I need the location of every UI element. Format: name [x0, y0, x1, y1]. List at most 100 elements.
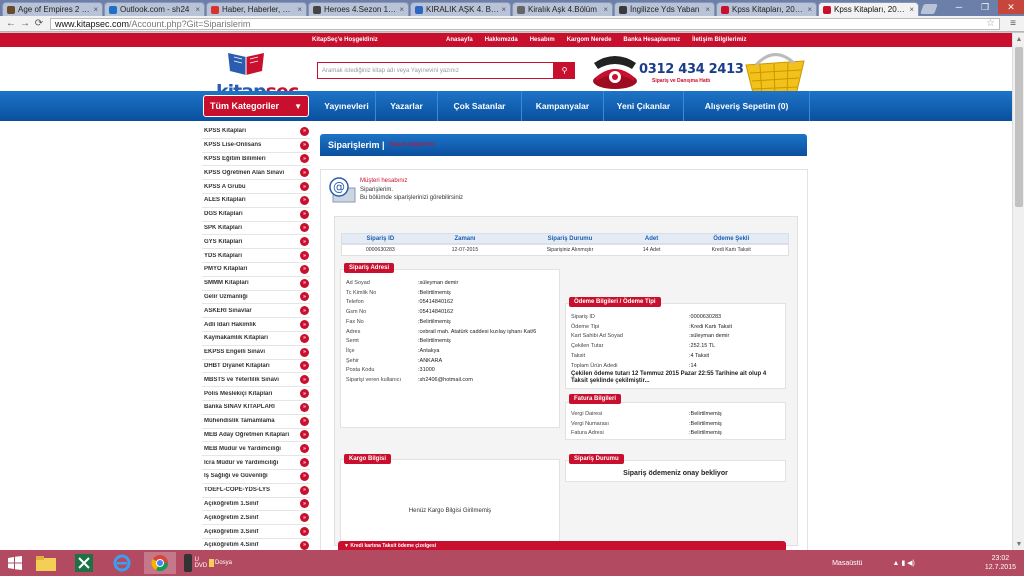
sidebar-item[interactable]: Adli İdari Hakimlik »: [202, 318, 310, 332]
sidebar-item[interactable]: İcra Müdür ve Yardımcılığı »: [202, 456, 310, 470]
tab-close-icon[interactable]: ×: [807, 5, 812, 14]
sidebar-item[interactable]: MEB Aday Öğretmen Kitapları »: [202, 429, 310, 443]
field-label: Şehir: [346, 357, 359, 364]
chevron-right-icon: »: [300, 320, 309, 330]
nav-link[interactable]: Yazarlar: [376, 91, 438, 121]
scroll-up-icon[interactable]: ▲: [1013, 33, 1024, 45]
top-link[interactable]: Banka Hesaplarımız: [623, 37, 680, 43]
field-row: Şehir: ANKARA: [346, 357, 536, 367]
browser-tabstrip: Age of Empires 2 HD × Outlook.com - sh24 × H…: [0, 0, 1024, 16]
new-tab-button[interactable]: [920, 4, 938, 14]
sidebar-item[interactable]: Açıköğretim 3.Sınıf »: [202, 525, 310, 539]
tab-close-icon[interactable]: ×: [501, 5, 506, 14]
browser-tab[interactable]: Outlook.com - sh24 ×: [104, 2, 205, 16]
sidebar-item[interactable]: DGS Kitapları »: [202, 208, 310, 222]
sidebar-item[interactable]: TOEFL-COPE-YDS-LYS »: [202, 484, 310, 498]
browser-tab[interactable]: Kpss Kitapları, 2015- ×: [818, 2, 919, 16]
tray-icons[interactable]: ▲ ▮ ◀): [892, 559, 914, 567]
search-input[interactable]: Aramak istediğiniz kitap adı veya Yayıne…: [317, 62, 554, 79]
tab-close-icon[interactable]: ×: [705, 5, 710, 14]
sidebar-item[interactable]: Gelir Uzmanlığı »: [202, 291, 310, 305]
nav-link[interactable]: Kampanyalar: [522, 91, 604, 121]
top-link[interactable]: Anasayfa: [446, 37, 473, 43]
all-categories-button[interactable]: Tüm Kategoriler ▼: [203, 95, 309, 117]
excel-icon[interactable]: [68, 552, 100, 574]
tab-close-icon[interactable]: ×: [297, 5, 302, 14]
sidebar-item[interactable]: GYS Kitapları »: [202, 235, 310, 250]
file-explorer-icon[interactable]: [30, 552, 62, 574]
sidebar-item[interactable]: İş Sağlığı ve Güvenliği »: [202, 470, 310, 484]
tab-favicon-icon: [619, 5, 627, 14]
chevron-right-icon: »: [300, 402, 309, 412]
scrollbar-thumb[interactable]: [1015, 47, 1023, 207]
sidebar-item[interactable]: KPSS Lise-Önlisans »: [202, 139, 310, 153]
tab-close-icon[interactable]: ×: [909, 5, 914, 14]
sidebar-item[interactable]: ALES Kitapları »: [202, 194, 310, 208]
tab-close-icon[interactable]: ×: [399, 5, 404, 14]
menu-icon[interactable]: ≡: [1006, 18, 1020, 30]
sidebar-item[interactable]: EKPSS Engelli Sınavı »: [202, 346, 310, 360]
browser-tab[interactable]: Kpss Kitapları, 2015- ×: [716, 2, 817, 16]
browser-tab[interactable]: Age of Empires 2 HD ×: [2, 2, 103, 16]
desktop-toolbar[interactable]: Masaüstü: [832, 560, 862, 567]
sidebar-item[interactable]: ASKERİ Sınavlar »: [202, 304, 310, 319]
sidebar-item[interactable]: KPSS Öğretmen Alan Sınavı »: [202, 166, 310, 181]
tab-close-icon[interactable]: ×: [195, 5, 200, 14]
media-app-button[interactable]: U DVD Dosya: [182, 552, 232, 574]
sidebar-item[interactable]: KPSS A Grubu »: [202, 180, 310, 194]
bookmark-star-icon[interactable]: ☆: [986, 18, 995, 29]
sidebar-item[interactable]: PMYO Kitapları »: [202, 263, 310, 277]
sidebar-item[interactable]: MBSTS ve Yeterlilik Sınavı »: [202, 373, 310, 388]
close-window-icon[interactable]: ✕: [998, 0, 1024, 14]
top-link[interactable]: İletişim Bilgilerimiz: [692, 37, 746, 43]
browser-tab[interactable]: KIRALIK AŞK 4. BÖL ×: [410, 2, 511, 16]
sidebar-item[interactable]: SMMM Kitapları »: [202, 277, 310, 291]
sidebar-item[interactable]: Polis Meslekiçi Kitapları »: [202, 387, 310, 401]
sidebar-item[interactable]: YDS Kitapları »: [202, 249, 310, 263]
internet-explorer-icon[interactable]: [106, 552, 138, 574]
chevron-right-icon: »: [300, 182, 309, 192]
table-cell: 14 Adet: [642, 247, 661, 253]
forward-icon[interactable]: →: [18, 18, 32, 30]
nav-link[interactable]: Alışveriş Sepetim (0): [684, 91, 810, 121]
sidebar-item[interactable]: KPSS Kitapları »: [202, 125, 310, 139]
browser-tab[interactable]: İngilizce Yds Yaban ×: [614, 2, 715, 16]
windows-start-icon[interactable]: [0, 550, 30, 576]
top-link[interactable]: Kargom Nerede: [567, 37, 612, 43]
sidebar-item[interactable]: Açıköğretim 4.Sınıf »: [202, 539, 310, 550]
browser-tab[interactable]: Haber, Haberler, Son ×: [206, 2, 307, 16]
sidebar-item-label: Açıköğretim 2.Sınıf: [204, 514, 259, 521]
top-link[interactable]: Hesabım: [530, 37, 555, 43]
tab-close-icon[interactable]: ×: [93, 5, 98, 14]
reload-icon[interactable]: ⟳: [32, 18, 46, 30]
minimize-icon[interactable]: ─: [946, 0, 972, 14]
page-scrollbar[interactable]: ▲ ▼: [1012, 33, 1024, 550]
sidebar-item[interactable]: Mühendislik Tamamlama »: [202, 415, 310, 429]
top-link[interactable]: Hakkımızda: [485, 37, 518, 43]
sidebar-item[interactable]: KPSS Eğitim Bilimleri »: [202, 153, 310, 167]
nav-link[interactable]: Yeni Çıkanlar: [604, 91, 684, 121]
table-row[interactable]: 0000630283 12-07-2015 Siparişiniz Alınmışt…: [341, 244, 789, 256]
clock[interactable]: 23:02 12.7.2015: [985, 554, 1016, 572]
sidebar-item[interactable]: SPK Kitapları »: [202, 222, 310, 236]
back-icon[interactable]: ←: [4, 18, 18, 30]
sidebar-item[interactable]: Banka SINAV KİTAPLARI »: [202, 401, 310, 415]
tab-close-icon[interactable]: ×: [603, 5, 608, 14]
field-value: 4 Taksit: [690, 352, 710, 359]
search-button[interactable]: ⚲: [554, 62, 575, 79]
browser-tab[interactable]: Kiralık Aşk 4.Bölüm ×: [512, 2, 613, 16]
nav-link[interactable]: Çok Satanlar: [438, 91, 522, 121]
sidebar-item[interactable]: Açıköğretim 1.Sınıf »: [202, 498, 310, 512]
installment-table-bar[interactable]: ▼ Kredi kartına Taksit ödeme çizelgesi: [338, 541, 786, 550]
maximize-icon[interactable]: ❐: [972, 0, 998, 14]
chrome-icon[interactable]: [144, 552, 176, 574]
sidebar-item[interactable]: DHBT Diyanet Kitapları »: [202, 360, 310, 374]
scroll-down-icon[interactable]: ▼: [1013, 538, 1024, 550]
address-bar[interactable]: www.kitapsec.com /Account.php?Git=Sipari…: [50, 17, 1000, 30]
nav-link[interactable]: Yayınevleri: [318, 91, 376, 121]
browser-tab[interactable]: Heroes 4.Sezon 1.Bö ×: [308, 2, 409, 16]
sidebar-item[interactable]: Kaymakamlık Kitapları »: [202, 332, 310, 346]
sidebar-item[interactable]: MEB Müdür ve Yardımcılığı »: [202, 442, 310, 457]
sidebar-item[interactable]: Açıköğretim 2.Sınıf »: [202, 511, 310, 526]
system-tray: Masaüstü ▲ ▮ ◀) 23:02 12.7.2015: [832, 550, 1024, 576]
